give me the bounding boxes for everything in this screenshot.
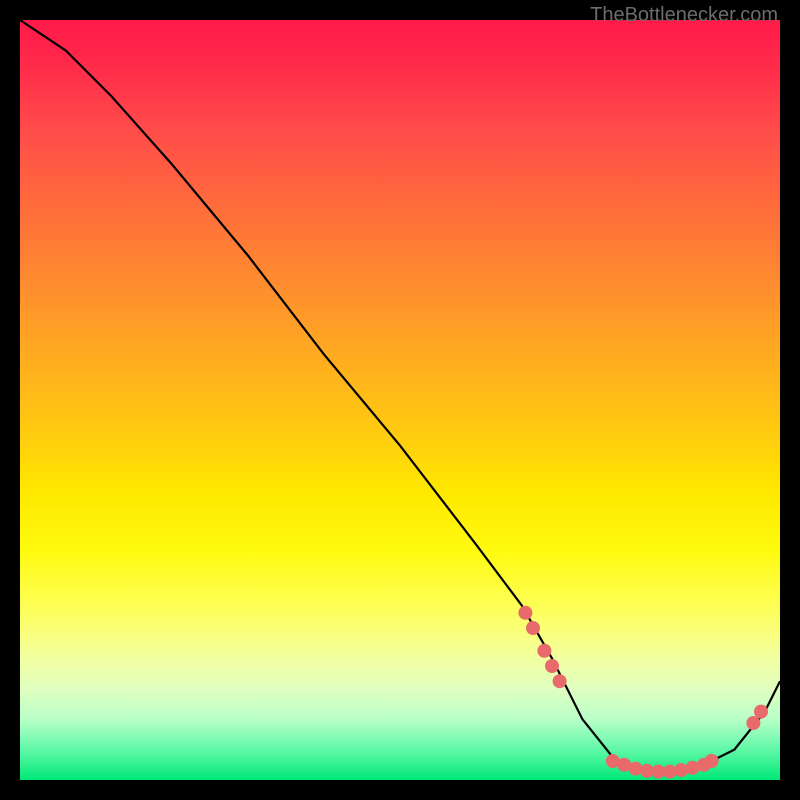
data-marker xyxy=(545,659,559,673)
data-marker xyxy=(746,716,760,730)
chart-svg xyxy=(20,20,780,780)
data-marker xyxy=(526,621,540,635)
data-marker xyxy=(553,674,567,688)
bottleneck-curve xyxy=(20,20,780,772)
curve-layer xyxy=(20,20,780,772)
data-marker xyxy=(705,754,719,768)
data-marker xyxy=(754,705,768,719)
data-marker xyxy=(537,644,551,658)
watermark-text: TheBottlenecker.com xyxy=(590,4,778,27)
data-marker xyxy=(518,606,532,620)
plot-area xyxy=(20,20,780,780)
